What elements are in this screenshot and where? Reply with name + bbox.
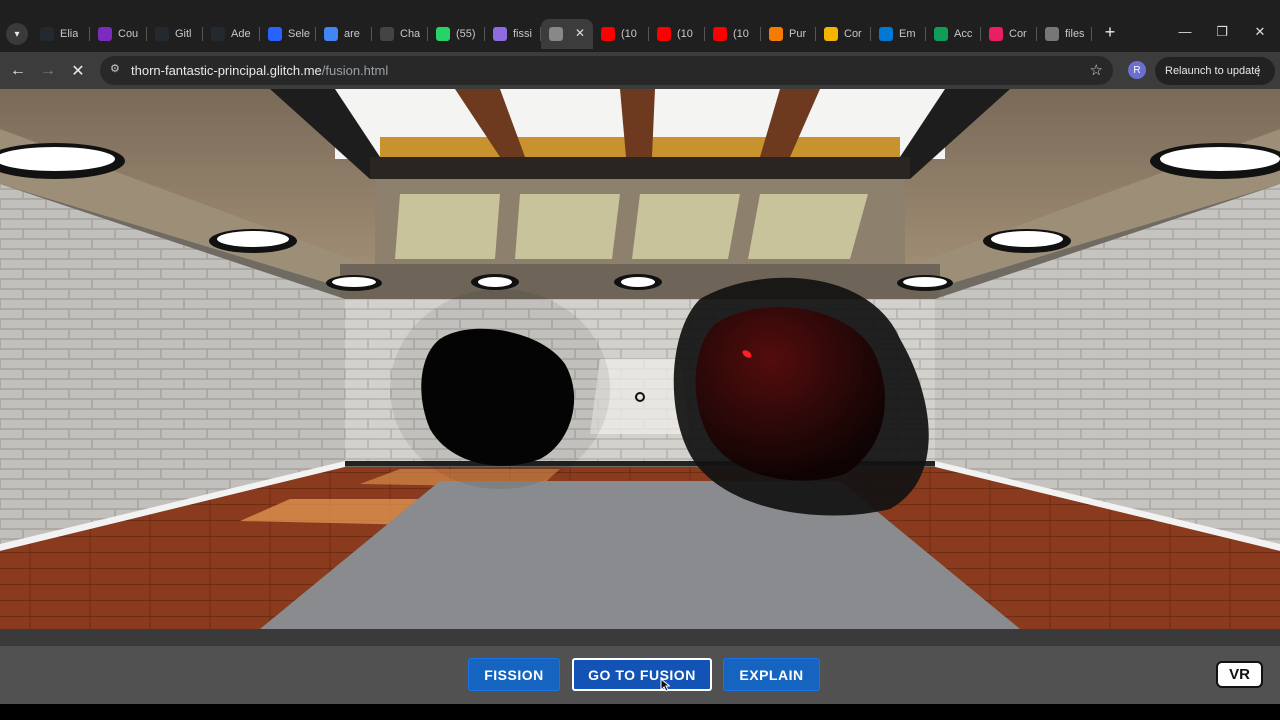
- browser-tab[interactable]: Cor: [981, 19, 1037, 49]
- back-icon[interactable]: ←: [7, 60, 29, 82]
- close-window-icon[interactable]: ✕: [1250, 24, 1270, 40]
- tab-title: are: [344, 28, 360, 40]
- youtube-icon: [601, 27, 615, 41]
- browser-tab[interactable]: Cou: [90, 19, 147, 49]
- outlook-icon: [879, 27, 893, 41]
- tab-title: (10: [733, 28, 749, 40]
- tab-search-icon[interactable]: ▾: [6, 23, 28, 45]
- google-icon: [324, 27, 338, 41]
- address-bar[interactable]: ⚙ thorn-fantastic-principal.glitch.me/fu…: [100, 56, 1113, 85]
- github-icon: [211, 27, 225, 41]
- new-tab-button[interactable]: +: [1100, 22, 1120, 43]
- browser-tab[interactable]: are: [316, 19, 372, 49]
- tab-title: Acc: [954, 28, 973, 40]
- tab-title: Cor: [1009, 28, 1027, 40]
- globe-icon: [1045, 27, 1059, 41]
- url-host: thorn-fantastic-principal.glitch.me: [131, 63, 322, 78]
- browser-tab[interactable]: ✕: [541, 19, 593, 49]
- chart-icon: [824, 27, 838, 41]
- tab-title: Cou: [118, 28, 139, 40]
- browser-tab[interactable]: Elia: [32, 19, 90, 49]
- tab-list: Elia Cou Gitl Ade Sele are Cha (55) fissi ✕ (10 (10…: [32, 19, 1092, 49]
- mouse-pointer-icon: [660, 678, 670, 692]
- tab-title: (10: [621, 28, 637, 40]
- tab-title: fissi: [513, 28, 532, 40]
- course-icon: [98, 27, 112, 41]
- browser-tab[interactable]: Ade: [203, 19, 260, 49]
- tab-title: (55): [456, 28, 476, 40]
- tab-title: Em: [899, 28, 916, 40]
- restore-icon[interactable]: ❐: [1212, 24, 1232, 40]
- whatsapp-icon: [436, 27, 450, 41]
- browser-tab[interactable]: (10: [649, 19, 705, 49]
- github-icon: [155, 27, 169, 41]
- close-tab-icon[interactable]: ✕: [575, 26, 585, 40]
- github-icon: [40, 27, 54, 41]
- tab-title: Ade: [231, 28, 251, 40]
- browser-tab[interactable]: files: [1037, 19, 1092, 49]
- tab-title: Gitl: [175, 28, 192, 40]
- browser-tab[interactable]: Gitl: [147, 19, 203, 49]
- browser-tab[interactable]: (10: [705, 19, 761, 49]
- go-to-fusion-button[interactable]: GO TO FUSION: [572, 658, 712, 691]
- url-text: thorn-fantastic-principal.glitch.me/fusi…: [131, 63, 388, 78]
- browser-tab[interactable]: Cha: [372, 19, 428, 49]
- forward-icon[interactable]: →: [37, 60, 59, 82]
- crosshair-cursor: [635, 392, 645, 402]
- url-path: /fusion.html: [321, 63, 389, 78]
- browser-tab[interactable]: Acc: [926, 19, 981, 49]
- tab-title: Pur: [789, 28, 807, 40]
- control-bar: FISSION GO TO FUSION EXPLAIN VR: [0, 646, 1280, 704]
- tab-title: (10: [677, 28, 693, 40]
- relaunch-button[interactable]: Relaunch to update ⋮: [1155, 57, 1275, 85]
- glitch-icon: [549, 27, 563, 41]
- browser-toolbar: ← → ✕ ⚙ thorn-fantastic-principal.glitch…: [0, 52, 1280, 89]
- browser-tab[interactable]: Em: [871, 19, 926, 49]
- tab-title: files: [1065, 28, 1085, 40]
- purdue-icon: [769, 27, 783, 41]
- menu-dots-icon[interactable]: ⋮: [1252, 63, 1265, 79]
- bookmark-star-icon[interactable]: ☆: [1090, 61, 1103, 79]
- tab-title: Cha: [400, 28, 421, 40]
- tab-title: Cor: [844, 28, 862, 40]
- room-render: [0, 89, 1280, 646]
- stop-loading-icon[interactable]: ✕: [67, 60, 89, 82]
- browser-tab[interactable]: Cor: [816, 19, 871, 49]
- ai-icon: [268, 27, 282, 41]
- browser-tab[interactable]: Sele: [260, 19, 316, 49]
- relaunch-label: Relaunch to update: [1165, 65, 1261, 77]
- explain-button[interactable]: EXPLAIN: [723, 658, 820, 691]
- site-info-icon[interactable]: ⚙: [110, 62, 124, 78]
- browser-tab[interactable]: Pur: [761, 19, 816, 49]
- vr-button[interactable]: VR: [1216, 661, 1263, 688]
- tab-title: Sele: [288, 28, 311, 40]
- chatgpt-icon: [380, 27, 394, 41]
- profile-avatar[interactable]: R: [1128, 61, 1146, 79]
- 3d-scene-canvas[interactable]: [0, 89, 1280, 646]
- youtube-icon: [657, 27, 671, 41]
- browser-tab[interactable]: (55): [428, 19, 485, 49]
- minimize-icon[interactable]: —: [1175, 24, 1195, 39]
- browser-tab[interactable]: (10: [593, 19, 649, 49]
- bottom-edge: [0, 704, 1280, 720]
- colorful-icon: [989, 27, 1003, 41]
- browser-tab[interactable]: fissi: [485, 19, 541, 49]
- tab-strip: ▾ Elia Cou Gitl Ade Sele are Cha (55) fissi ✕ (10 (…: [0, 0, 1280, 52]
- youtube-icon: [713, 27, 727, 41]
- tab-title: Elia: [60, 28, 79, 40]
- drive-icon: [934, 27, 948, 41]
- fission-button[interactable]: FISSION: [468, 658, 560, 691]
- gemini-icon: [493, 27, 507, 41]
